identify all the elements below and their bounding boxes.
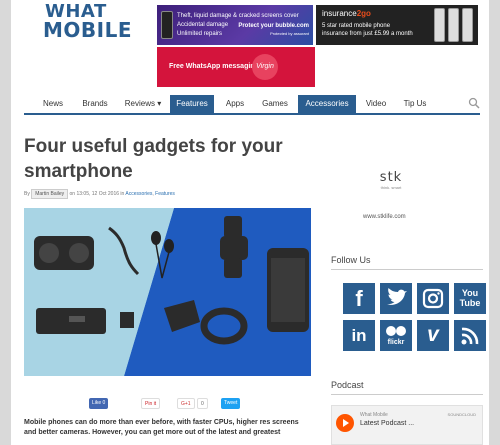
byline-date: on 13:05, 12 Oct 2016 in bbox=[69, 191, 125, 197]
rss-icon[interactable] bbox=[454, 320, 486, 351]
ad1-cta: Protect your bubble.com Protected by ass… bbox=[238, 23, 309, 38]
facebook-like-button[interactable]: Like 0 bbox=[89, 398, 109, 409]
byline-by: By bbox=[24, 191, 30, 197]
pinterest-button[interactable]: Pin it bbox=[141, 398, 161, 409]
virgin-logo: Virgin bbox=[252, 54, 278, 80]
flickr-icon[interactable]: flickr bbox=[380, 320, 412, 351]
nav-tip-us[interactable]: Tip Us bbox=[396, 95, 434, 115]
logo-line-2: MOBILE bbox=[43, 18, 132, 42]
podcast-author[interactable]: What Mobile bbox=[360, 412, 388, 418]
category-link-accessories[interactable]: Accessories bbox=[125, 191, 152, 197]
search-icon[interactable] bbox=[468, 97, 480, 109]
ad1-sub: Protected by assurant bbox=[270, 31, 309, 36]
phone-image bbox=[161, 11, 173, 39]
ad2-line1: 5 star rated mobile phone bbox=[322, 23, 391, 29]
vimeo-icon[interactable]: v bbox=[417, 320, 449, 351]
byline-sep: , bbox=[152, 191, 154, 197]
nav-features[interactable]: Features bbox=[170, 95, 214, 115]
ad2-line2: insurance from just £5.99 a month bbox=[322, 31, 413, 37]
facebook-icon[interactable]: f bbox=[343, 283, 375, 314]
page: WHAT MOBILE Theft, liquid damage & crack… bbox=[11, 0, 489, 445]
category-link-features[interactable]: Features bbox=[155, 191, 175, 197]
stk-ad[interactable]: stk think. smart bbox=[361, 170, 421, 190]
ad2-brand: insurance2go bbox=[322, 9, 371, 18]
hero-gadgets-image bbox=[24, 208, 311, 376]
stk-url[interactable]: www.stklife.com bbox=[363, 214, 406, 220]
tweet-button[interactable]: Tweet bbox=[221, 398, 241, 409]
podcast-heading: Podcast bbox=[331, 380, 483, 395]
ad-protect-your-bubble[interactable]: Theft, liquid damage & cracked screens c… bbox=[157, 5, 313, 45]
twitter-icon[interactable] bbox=[380, 283, 412, 314]
ad2-text: 5 star rated mobile phone insurance from… bbox=[322, 22, 413, 38]
instagram-camera-icon bbox=[422, 288, 444, 309]
youtube-icon[interactable]: You Tube bbox=[454, 283, 486, 314]
stk-logo: stk bbox=[379, 170, 403, 185]
ad-virgin-whatsapp[interactable]: Free WhatsApp messaging Virgin bbox=[157, 47, 315, 87]
play-icon[interactable] bbox=[336, 414, 354, 432]
ad-insurance2go[interactable]: insurance2go 5 star rated mobile phone i… bbox=[316, 5, 478, 45]
ad1-cta-text: Protect your bubble.com bbox=[238, 23, 309, 29]
twitter-bird-icon bbox=[387, 288, 407, 305]
nav-brands[interactable]: Brands bbox=[76, 95, 114, 115]
linkedin-icon-glyph: in bbox=[351, 326, 367, 345]
nav-news[interactable]: News bbox=[33, 95, 73, 115]
byline: By Martin Bailey on 13:05, 12 Oct 2016 i… bbox=[24, 189, 175, 199]
flickr-icon-text: flickr bbox=[387, 339, 405, 346]
share-bar: Like 0 Pin it G+1 0 Tweet bbox=[89, 398, 269, 410]
youtube-icon-text: You Tube bbox=[459, 288, 481, 308]
ad2-brand-prefix: insurance bbox=[322, 9, 357, 18]
nav-reviews[interactable]: Reviews ▾ bbox=[118, 95, 168, 115]
ad3-text: Free WhatsApp messaging bbox=[169, 63, 259, 70]
soundcloud-player: What Mobile Latest Podcast ... SOUNDCLOU… bbox=[331, 405, 483, 445]
nav-apps[interactable]: Apps bbox=[217, 95, 253, 115]
stk-tagline: think. smart bbox=[380, 185, 402, 190]
soundcloud-logo[interactable]: SOUNDCLOUD bbox=[448, 412, 476, 417]
rss-feed-icon bbox=[461, 327, 479, 345]
flickr-dots-icon bbox=[386, 326, 406, 336]
ad1-line: Theft, liquid damage & cracked screens c… bbox=[177, 13, 299, 19]
article-title: Four useful gadgets for your smartphone bbox=[24, 136, 283, 182]
google-plus-button[interactable]: G+1 bbox=[177, 398, 195, 409]
nav-video[interactable]: Video bbox=[358, 95, 394, 115]
nav-games[interactable]: Games bbox=[255, 95, 295, 115]
vimeo-icon-glyph: v bbox=[427, 323, 439, 346]
follow-us-heading: Follow Us bbox=[331, 255, 483, 270]
nav-accessories[interactable]: Accessories bbox=[298, 95, 356, 115]
linkedin-icon[interactable]: in bbox=[343, 320, 375, 351]
ad2-brand-suffix: 2go bbox=[356, 9, 371, 18]
facebook-icon-glyph: f bbox=[355, 286, 363, 311]
instagram-icon[interactable] bbox=[417, 283, 449, 314]
podcast-title[interactable]: Latest Podcast ... bbox=[360, 420, 414, 427]
article-excerpt: Mobile phones can do more than ever befo… bbox=[24, 419, 299, 436]
ad2-phones-image bbox=[434, 8, 474, 42]
social-grid: f You Tube in flickr v bbox=[331, 283, 486, 353]
main-nav: News Brands Reviews ▾ Features Apps Game… bbox=[24, 93, 480, 115]
author-link[interactable]: Martin Bailey bbox=[31, 189, 69, 199]
what-mobile-logo[interactable]: WHAT MOBILE bbox=[35, 0, 135, 46]
google-plus-count: 0 bbox=[197, 398, 208, 409]
